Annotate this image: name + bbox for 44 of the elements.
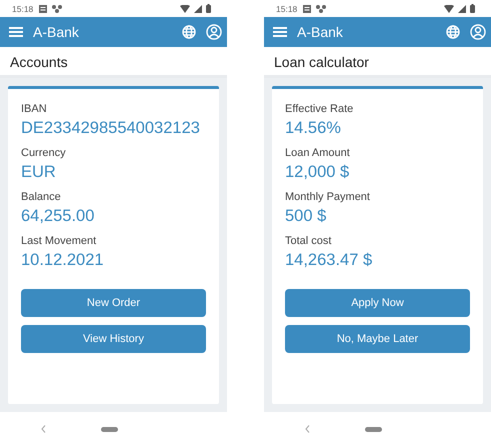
field-label: Effective Rate — [285, 102, 354, 117]
notification-icon — [303, 4, 312, 12]
back-icon[interactable] — [41, 425, 46, 433]
field-label: Last Movement — [21, 234, 96, 249]
status-time: 15:18 — [276, 4, 298, 14]
field-value: EUR — [21, 162, 56, 183]
battery-icon — [470, 4, 475, 13]
action-button[interactable]: New Order — [21, 289, 206, 317]
account-icon[interactable] — [206, 24, 222, 40]
field-value: 64,255.00 — [21, 206, 94, 227]
network-icon — [52, 4, 62, 12]
wifi-icon — [444, 4, 454, 12]
field-value: 500 $ — [285, 206, 326, 227]
field-value: 14,263.47 $ — [285, 250, 372, 271]
field-value: 10.12.2021 — [21, 250, 104, 271]
status-time: 15:18 — [12, 4, 34, 14]
action-button[interactable]: View History — [21, 325, 206, 353]
wifi-icon — [180, 4, 190, 12]
field-value: 14.56% — [285, 118, 341, 139]
field-label: Balance — [21, 190, 61, 205]
signal-icon — [194, 4, 202, 12]
home-handle[interactable] — [101, 426, 118, 432]
action-button[interactable]: Apply Now — [285, 289, 470, 317]
app-title: A-Bank — [297, 24, 343, 40]
notification-icon — [39, 4, 48, 12]
field-label: Loan Amount — [285, 146, 350, 161]
field-label: Monthly Payment — [285, 190, 370, 205]
battery-icon — [206, 4, 211, 13]
field-value: 12,000 $ — [285, 162, 350, 183]
account-icon[interactable] — [470, 24, 486, 40]
action-button[interactable]: No, Maybe Later — [285, 325, 470, 353]
menu-icon[interactable] — [9, 26, 23, 38]
app-title: A-Bank — [33, 24, 79, 40]
field-label: IBAN — [21, 102, 47, 117]
globe-icon[interactable] — [182, 25, 196, 39]
signal-icon — [458, 4, 466, 12]
menu-icon[interactable] — [273, 26, 287, 38]
back-icon[interactable] — [305, 425, 310, 433]
field-label: Total cost — [285, 234, 332, 249]
home-handle[interactable] — [365, 426, 382, 432]
field-label: Currency — [21, 146, 66, 161]
network-icon — [316, 4, 326, 12]
field-value: DE23342985540032123 — [21, 118, 200, 139]
globe-icon[interactable] — [446, 25, 460, 39]
